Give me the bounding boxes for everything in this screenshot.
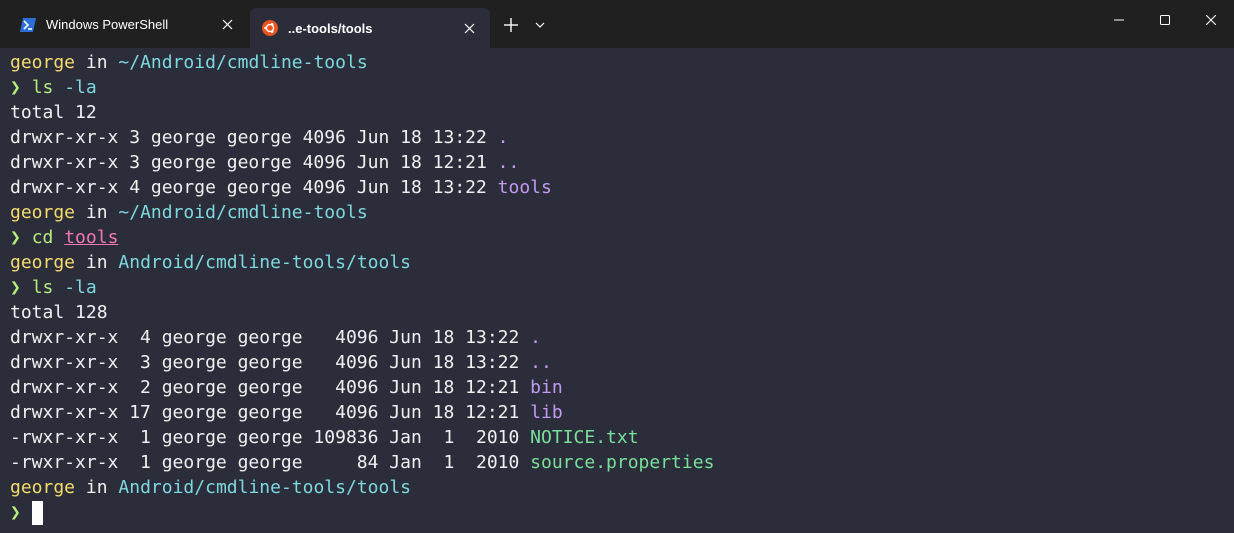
- prompt-user: george: [10, 477, 76, 498]
- tab-dropdown-button[interactable]: [528, 12, 552, 38]
- prompt-path: ~/Android/cmdline-tools: [118, 52, 368, 73]
- listing-meta: drwxr-xr-x 3 george george 4096 Jun 18 1…: [10, 352, 531, 373]
- command-name: cd: [31, 227, 54, 248]
- prompt-user: george: [10, 252, 76, 273]
- command-line-active[interactable]: ❯: [10, 500, 43, 525]
- listing-row: drwxr-xr-x 2 george george 4096 Jun 18 1…: [10, 375, 563, 400]
- prompt-in: in: [85, 202, 108, 223]
- text-cursor: [31, 501, 43, 525]
- listing-name: NOTICE.txt: [530, 427, 639, 448]
- listing-row: drwxr-xr-x 3 george george 4096 Jun 18 1…: [10, 350, 552, 375]
- tab-label: ..e-tools/tools: [288, 20, 373, 36]
- prompt-line: george in Android/cmdline-tools/tools: [10, 250, 411, 275]
- minimize-icon: [1114, 19, 1124, 21]
- listing-name: source.properties: [530, 452, 715, 473]
- command-line: ❯ ls -la: [10, 75, 97, 100]
- close-window-button[interactable]: [1188, 0, 1234, 40]
- listing-meta: -rwxr-xr-x 1 george george 84 Jan 1 2010: [10, 452, 531, 473]
- prompt-line: george in Android/cmdline-tools/tools: [10, 475, 411, 500]
- output-total: total 12: [10, 102, 97, 123]
- listing-name: ..: [497, 152, 520, 173]
- command-name: ls: [31, 277, 54, 298]
- minimize-button[interactable]: [1096, 0, 1142, 40]
- prompt-path: Android/cmdline-tools/tools: [118, 252, 412, 273]
- command-name: ls: [31, 77, 54, 98]
- close-icon: [1206, 15, 1216, 25]
- prompt-symbol: ❯: [10, 227, 21, 248]
- prompt-symbol: ❯: [10, 502, 21, 523]
- prompt-symbol: ❯: [10, 77, 21, 98]
- close-tab-icon[interactable]: [454, 16, 484, 40]
- prompt-path: Android/cmdline-tools/tools: [118, 477, 412, 498]
- maximize-icon: [1160, 15, 1170, 25]
- prompt-in: in: [85, 52, 108, 73]
- ubuntu-icon: [262, 20, 278, 36]
- terminal-output[interactable]: george in ~/Android/cmdline-tools ❯ ls -…: [0, 48, 1234, 533]
- listing-name: .: [497, 127, 509, 148]
- listing-row: drwxr-xr-x 4 george george 4096 Jun 18 1…: [10, 325, 541, 350]
- listing-meta: drwxr-xr-x 3 george george 4096 Jun 18 1…: [10, 152, 498, 173]
- listing-name: .: [530, 327, 542, 348]
- listing-meta: drwxr-xr-x 17 george george 4096 Jun 18 …: [10, 402, 531, 423]
- listing-meta: drwxr-xr-x 4 george george 4096 Jun 18 1…: [10, 327, 531, 348]
- listing-row: drwxr-xr-x 3 george george 4096 Jun 18 1…: [10, 150, 519, 175]
- chevron-down-icon: [535, 22, 545, 28]
- prompt-user: george: [10, 52, 76, 73]
- prompt-in: in: [85, 477, 108, 498]
- prompt-in: in: [85, 252, 108, 273]
- command-line: ❯ ls -la: [10, 275, 97, 300]
- listing-row: -rwxr-xr-x 1 george george 109836 Jan 1 …: [10, 425, 639, 450]
- listing-row: drwxr-xr-x 17 george george 4096 Jun 18 …: [10, 400, 563, 425]
- command-arg: -la: [64, 277, 97, 298]
- listing-meta: drwxr-xr-x 4 george george 4096 Jun 18 1…: [10, 177, 498, 198]
- title-bar: Windows PowerShell ..e-tools/tools: [0, 0, 1234, 48]
- prompt-path: ~/Android/cmdline-tools: [118, 202, 368, 223]
- command-line: ❯ cd tools: [10, 225, 118, 250]
- listing-name: tools: [497, 177, 552, 198]
- listing-row: -rwxr-xr-x 1 george george 84 Jan 1 2010…: [10, 450, 714, 475]
- listing-meta: drwxr-xr-x 3 george george 4096 Jun 18 1…: [10, 127, 498, 148]
- close-tab-icon[interactable]: [212, 13, 242, 37]
- output-total: total 128: [10, 302, 108, 323]
- tab-label: Windows PowerShell: [46, 17, 169, 32]
- listing-name: lib: [530, 402, 563, 423]
- new-tab-button[interactable]: [498, 12, 524, 38]
- listing-name: ..: [530, 352, 552, 373]
- listing-row: drwxr-xr-x 4 george george 4096 Jun 18 1…: [10, 175, 552, 200]
- command-arg: -la: [64, 77, 97, 98]
- prompt-line: george in ~/Android/cmdline-tools: [10, 50, 368, 75]
- command-arg-link[interactable]: tools: [64, 227, 118, 248]
- plus-icon: [504, 18, 518, 32]
- listing-meta: drwxr-xr-x 2 george george 4096 Jun 18 1…: [10, 377, 531, 398]
- listing-row: drwxr-xr-x 3 george george 4096 Jun 18 1…: [10, 125, 509, 150]
- maximize-button[interactable]: [1142, 0, 1188, 40]
- prompt-user: george: [10, 202, 76, 223]
- powershell-icon: [20, 17, 36, 33]
- tab-ubuntu-tools[interactable]: ..e-tools/tools: [250, 8, 490, 48]
- tab-windows-powershell[interactable]: Windows PowerShell: [8, 8, 248, 41]
- prompt-line: george in ~/Android/cmdline-tools: [10, 200, 368, 225]
- listing-name: bin: [530, 377, 563, 398]
- prompt-symbol: ❯: [10, 277, 21, 298]
- listing-meta: -rwxr-xr-x 1 george george 109836 Jan 1 …: [10, 427, 531, 448]
